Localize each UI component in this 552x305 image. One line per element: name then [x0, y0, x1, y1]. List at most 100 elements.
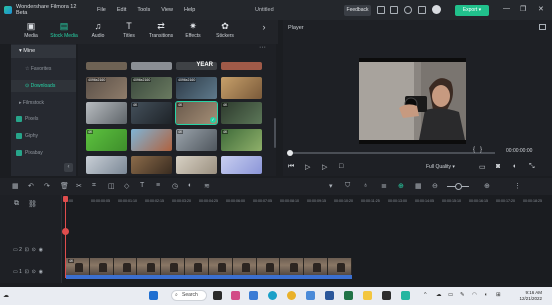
zoom-slider-knob[interactable]: [455, 183, 462, 190]
sidebar-item-giphy[interactable]: Giphy: [11, 130, 76, 142]
adjust-icon[interactable]: ≡: [156, 182, 160, 189]
split-icon[interactable]: ✂: [76, 182, 82, 190]
sidebar-item-downloads[interactable]: ⊙ Downloads: [11, 80, 76, 92]
edge-icon[interactable]: [268, 291, 277, 300]
media-thumb[interactable]: [131, 62, 172, 70]
menu-help[interactable]: Help: [184, 7, 195, 13]
tab-media[interactable]: ▣ Media: [16, 22, 46, 40]
media-thumb[interactable]: 4096x2160: [176, 77, 217, 99]
store-icon[interactable]: [249, 291, 258, 300]
color-icon[interactable]: ◐: [188, 182, 192, 189]
stop-icon[interactable]: □: [339, 163, 343, 170]
mic-icon[interactable]: ♁: [363, 182, 368, 189]
clip-audio-bar[interactable]: [66, 275, 352, 279]
media-thumb[interactable]: [221, 156, 262, 174]
menu-file[interactable]: File: [97, 7, 106, 13]
maximize-icon[interactable]: ❐: [520, 5, 526, 13]
terminal-icon[interactable]: [382, 291, 391, 300]
tab-titles[interactable]: T Titles: [114, 22, 144, 40]
tab-effects[interactable]: ✷ Effects: [178, 22, 208, 40]
text-icon[interactable]: T: [140, 182, 144, 189]
save-icon[interactable]: [390, 6, 398, 14]
layout-icon[interactable]: ▦: [12, 182, 19, 190]
sidebar-section-mine[interactable]: ▾ Mine: [11, 45, 76, 58]
word-icon[interactable]: [325, 291, 334, 300]
sidebar-item-pixels[interactable]: Pixels: [11, 113, 76, 125]
mail-icon[interactable]: [306, 291, 315, 300]
zoom-in-icon[interactable]: ⊕: [484, 182, 490, 190]
excel-icon[interactable]: [344, 291, 353, 300]
media-thumb[interactable]: 4K: [131, 102, 172, 124]
menu-view[interactable]: View: [161, 7, 173, 13]
sidebar-item-favorites[interactable]: ☆ Favorites: [11, 63, 76, 75]
chrome-icon[interactable]: [287, 291, 296, 300]
playhead-handle[interactable]: [63, 196, 68, 202]
sidebar-item-pixabay[interactable]: Pixabay: [11, 147, 76, 159]
grid-icon[interactable]: [418, 6, 426, 14]
tab-transitions[interactable]: ⇄ Transitions: [146, 22, 176, 40]
monitor-icon[interactable]: [377, 6, 385, 14]
marker-icon[interactable]: ▾: [329, 182, 333, 190]
timeline-ruler[interactable]: 00:00 00:00:00:05 00:00:01:10 00:00:02:15 00…: [64, 199, 552, 207]
play-icon[interactable]: ▷: [322, 163, 327, 171]
add-track-icon[interactable]: ⧉: [14, 200, 19, 208]
video-clip[interactable]: [66, 258, 352, 276]
media-thumb[interactable]: [86, 62, 127, 70]
collapse-sidebar-icon[interactable]: ‹: [64, 163, 73, 172]
taskbar-clock[interactable]: 9:16 AM 12/21/2022: [506, 290, 542, 301]
playhead-marker[interactable]: [62, 228, 69, 235]
weather-icon[interactable]: ☁: [3, 292, 9, 299]
photos-icon[interactable]: [231, 291, 240, 300]
more-options-icon[interactable]: ···: [259, 44, 266, 51]
media-thumb[interactable]: [221, 77, 262, 99]
sidebar-item-filmstock[interactable]: ▸ Filmstock: [11, 97, 76, 109]
mark-out-icon[interactable]: }: [480, 147, 482, 153]
media-thumb-selected[interactable]: 4K ✓: [175, 101, 218, 125]
media-thumb[interactable]: [131, 129, 172, 151]
camera-icon[interactable]: ◙: [496, 163, 500, 170]
media-scrollbar[interactable]: [274, 118, 276, 148]
mark-in-out[interactable]: { }: [473, 147, 482, 153]
speaker-icon[interactable]: ◖: [484, 292, 487, 298]
grid-view-icon[interactable]: ▦: [415, 182, 422, 190]
crop-icon[interactable]: ⌗: [92, 182, 96, 190]
media-thumb[interactable]: [221, 62, 262, 70]
explorer-icon[interactable]: [363, 291, 372, 300]
display-icon[interactable]: ▭: [479, 163, 486, 171]
previous-frame-icon[interactable]: ⏮: [288, 163, 294, 171]
language-icon[interactable]: ⊞: [496, 292, 501, 298]
media-thumb[interactable]: 4K: [221, 129, 262, 151]
task-view-icon[interactable]: [213, 291, 222, 300]
speed-icon[interactable]: ◷: [172, 182, 178, 190]
feedback-button[interactable]: Feedback: [344, 5, 371, 16]
clip-icon[interactable]: ◫: [108, 182, 115, 190]
tray-chevron-icon[interactable]: ^: [424, 292, 427, 298]
start-icon[interactable]: [149, 291, 158, 300]
volume-icon[interactable]: ◖: [512, 163, 516, 170]
tag-icon[interactable]: ◇: [124, 182, 129, 190]
close-icon[interactable]: ✕: [538, 5, 544, 13]
media-thumb[interactable]: 4096x2160: [131, 77, 172, 99]
redo-icon[interactable]: ↷: [44, 182, 50, 190]
quality-select[interactable]: Full Quality ▾: [426, 164, 455, 170]
fullscreen-icon[interactable]: ⤡: [529, 163, 535, 171]
avatar[interactable]: [432, 5, 441, 14]
media-thumb[interactable]: 4096x2160: [86, 77, 127, 99]
media-thumb[interactable]: 4K: [221, 102, 262, 124]
media-thumb[interactable]: [86, 102, 127, 124]
tab-audio[interactable]: ♫ Audio: [83, 22, 113, 40]
audio-wave-icon[interactable]: ≋: [204, 182, 210, 190]
media-thumb[interactable]: [131, 156, 172, 174]
tab-stickers[interactable]: ✿ Stickers: [210, 22, 240, 40]
media-thumb[interactable]: YEAR: [176, 62, 217, 70]
tab-stock-media[interactable]: ▤ Stock Media: [49, 22, 79, 40]
ai-icon[interactable]: ⊕: [398, 182, 404, 190]
media-thumb[interactable]: 4K: [86, 129, 127, 151]
menu-tools[interactable]: Tools: [137, 7, 150, 13]
battery-icon[interactable]: ▭: [448, 292, 453, 298]
columns-icon[interactable]: ⋮: [514, 182, 521, 190]
shield-icon[interactable]: ⛉: [345, 182, 350, 190]
mark-in-icon[interactable]: {: [473, 147, 475, 153]
minimize-icon[interactable]: —: [503, 5, 510, 12]
voice-icon[interactable]: ≣: [381, 182, 387, 190]
